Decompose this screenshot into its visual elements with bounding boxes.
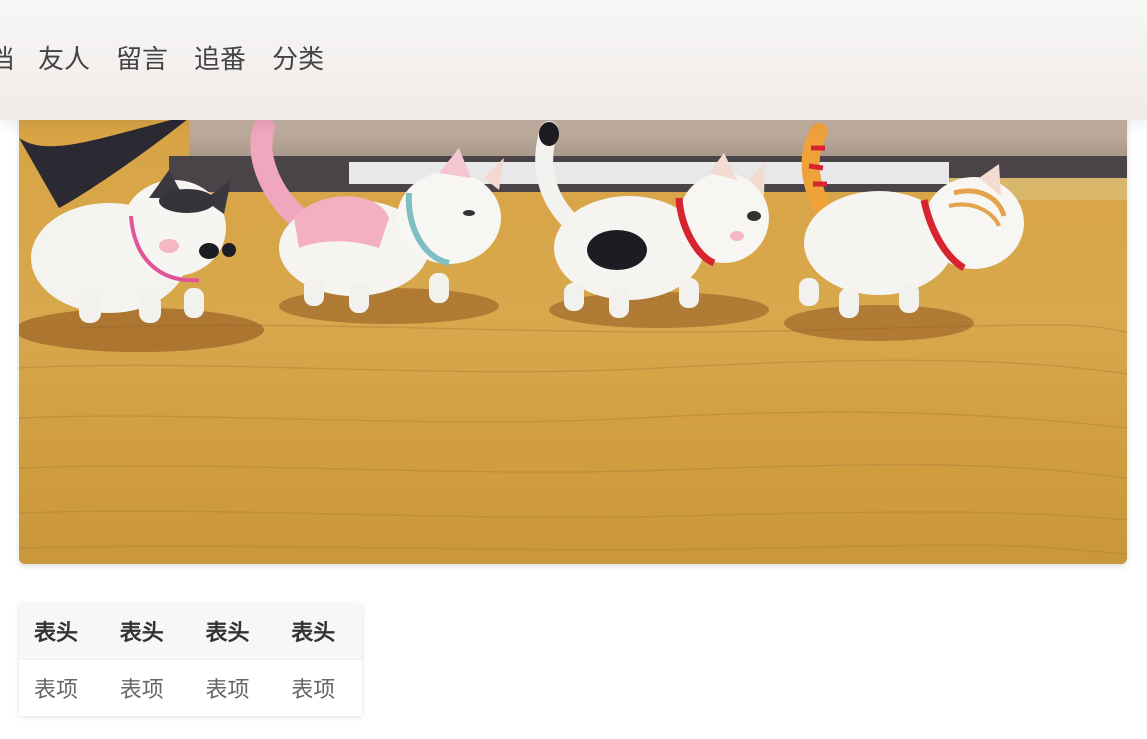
table-cell: 表项 xyxy=(276,659,362,716)
nav-item-messages[interactable]: 留言 xyxy=(116,40,168,80)
table-header-cell: 表头 xyxy=(119,621,164,646)
top-navigation-bar: 档 友人 留言 追番 分类 xyxy=(0,0,1147,120)
table-header-cell: 表头 xyxy=(34,621,79,646)
nav-item-anime[interactable]: 追番 xyxy=(194,40,246,80)
cat-figurines-photo xyxy=(19,118,1127,564)
nav-item-friends[interactable]: 友人 xyxy=(38,40,90,80)
table-header-row: 表头 表头 表头 表头 xyxy=(19,603,362,660)
table-cell: 表项 xyxy=(190,659,277,716)
table-cell: 表项 xyxy=(104,659,191,716)
table-row: 表项 表项 表项 表项 xyxy=(19,659,362,716)
sample-table: 表头 表头 表头 表头 表项 表项 表项 表项 xyxy=(19,603,362,716)
table-header-cell: 表头 xyxy=(205,621,250,646)
sample-table-card: 表头 表头 表头 表头 表项 表项 表项 表项 xyxy=(19,603,362,716)
hero-image xyxy=(19,118,1127,564)
table-header-cell: 表头 xyxy=(291,621,336,646)
nav-item-categories[interactable]: 分类 xyxy=(272,40,324,80)
page: 档 友人 留言 追番 分类 表头 表头 表头 表头 表项 表项 表项 表项 xyxy=(0,0,1147,739)
nav-menu: 档 友人 留言 追番 分类 xyxy=(0,40,350,80)
nav-item-archive[interactable]: 档 xyxy=(0,40,14,80)
table-cell: 表项 xyxy=(19,659,105,716)
